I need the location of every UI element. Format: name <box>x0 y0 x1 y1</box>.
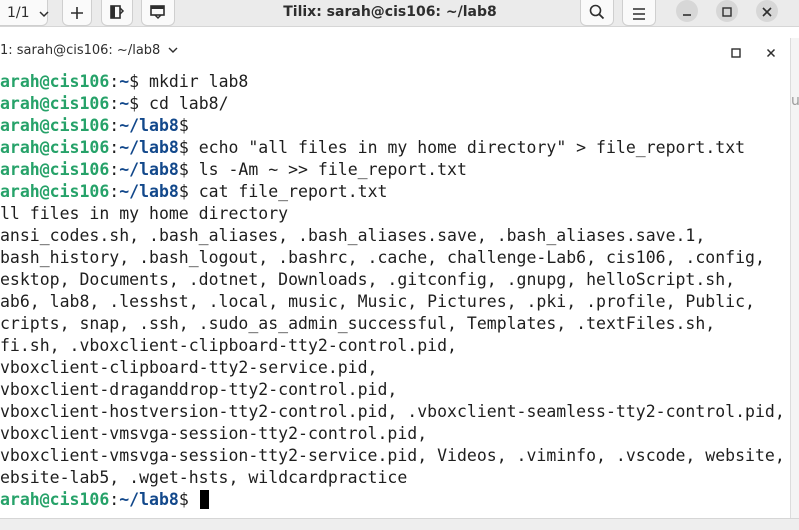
prompt-dollar: $ <box>178 182 189 201</box>
split-right-icon <box>109 4 125 20</box>
command-text: ls -Am ~ >> file_report.txt <box>188 160 467 179</box>
prompt-user: arah@cis106 <box>0 490 110 509</box>
terminal-maximize-button[interactable] <box>728 44 744 60</box>
prompt-user: arah@cis106 <box>0 72 110 91</box>
prompt-colon: : <box>109 138 120 157</box>
background-window-peek: u <box>791 93 799 109</box>
search-icon <box>589 4 605 20</box>
terminal-title: 1: sarah@cis106: ~/lab8 <box>0 43 161 58</box>
prompt-colon: : <box>109 72 120 91</box>
search-button[interactable] <box>580 0 614 26</box>
output-line: ll files in my home directory <box>0 204 289 223</box>
prompt-line: arah@cis106:~$ cd lab8/ <box>0 93 229 115</box>
prompt-user: arah@cis106 <box>0 138 110 157</box>
command-text: mkdir lab8 <box>139 72 249 91</box>
prompt-colon: : <box>109 94 120 113</box>
prompt-colon: : <box>109 490 120 509</box>
minimize-icon <box>682 2 692 21</box>
prompt-dollar: $ <box>178 160 189 179</box>
session-label: 1/1 <box>7 5 30 21</box>
output-line: cripts, snap, .ssh, .sudo_as_admin_succe… <box>0 314 716 333</box>
output-line: ab6, lab8, .lesshst, .local, music, Musi… <box>0 292 755 311</box>
tilix-window: 1/1 Tilix: sarah@cis106: ~/lab8 1: sarah… <box>0 0 799 530</box>
prompt-dollar: $ <box>129 72 140 91</box>
prompt-dollar: $ <box>129 94 140 113</box>
window-title: Tilix: sarah@cis106: ~/lab8 <box>283 4 497 20</box>
prompt-user: arah@cis106 <box>0 182 110 201</box>
prompt-line: arah@cis106:~/lab8$ ls -Am ~ >> file_rep… <box>0 159 467 181</box>
prompt-user: arah@cis106 <box>0 160 110 179</box>
prompt-dollar: $ <box>178 116 189 135</box>
prompt-user: arah@cis106 <box>0 94 110 113</box>
close-icon <box>762 2 772 21</box>
minimize-button[interactable] <box>676 0 698 22</box>
terminal-titlebar: 1: sarah@cis106: ~/lab8 <box>0 38 790 65</box>
command-text <box>189 490 199 509</box>
add-terminal-button[interactable] <box>62 0 92 26</box>
chevron-down-icon <box>168 43 178 58</box>
output-line: esktop, Documents, .dotnet, Downloads, .… <box>0 270 736 289</box>
prompt-colon: : <box>109 182 120 201</box>
text-cursor <box>199 490 209 509</box>
prompt-path: ~ <box>119 72 130 91</box>
output-line: vboxclient-clipboard-tty2-service.pid, <box>0 358 378 377</box>
prompt-colon: : <box>109 116 120 135</box>
output-line: vboxclient-hostversion-tty2-control.pid,… <box>0 402 785 421</box>
output-line: vboxclient-draganddrop-tty2-control.pid, <box>0 380 398 399</box>
prompt-dollar: $ <box>178 138 189 157</box>
prompt-colon: : <box>109 160 120 179</box>
command-text: echo "all files in my home directory" > … <box>188 138 746 157</box>
command-text: cat file_report.txt <box>188 182 388 201</box>
output-line: bash_history, .bash_logout, .bashrc, .ca… <box>0 248 765 267</box>
menu-button[interactable] <box>622 0 656 26</box>
maximize-button[interactable] <box>716 0 738 22</box>
output-line: vboxclient-vmsvga-session-tty2-control.p… <box>0 424 428 443</box>
terminal-output[interactable]: arah@cis106:~$ mkdir lab8 arah@cis106:~$… <box>0 71 790 518</box>
prompt-path: ~/lab8 <box>119 138 179 157</box>
scrollbar[interactable] <box>790 38 799 518</box>
output-line: fi.sh, .vboxclient-clipboard-tty2-contro… <box>0 336 457 355</box>
prompt-path: ~/lab8 <box>119 490 179 509</box>
bottom-border <box>0 518 799 530</box>
prompt-path: ~/lab8 <box>119 182 179 201</box>
output-line: ebsite-lab5, .wget-hsts, wildcardpractic… <box>0 468 408 487</box>
split-down-button[interactable] <box>141 0 175 26</box>
prompt-path: ~ <box>119 94 130 113</box>
active-prompt-line[interactable]: arah@cis106:~/lab8$ <box>0 489 209 511</box>
command-text: cd lab8/ <box>139 94 229 113</box>
prompt-line: arah@cis106:~/lab8$ <box>0 115 189 137</box>
maximize-icon <box>731 43 741 62</box>
prompt-path: ~/lab8 <box>119 160 179 179</box>
prompt-user: arah@cis106 <box>0 116 110 135</box>
prompt-path: ~/lab8 <box>119 116 179 135</box>
session-switcher-button[interactable]: 1/1 <box>0 0 49 26</box>
chevron-down-icon <box>39 11 49 18</box>
output-line: ansi_codes.sh, .bash_aliases, .bash_alia… <box>0 226 706 245</box>
output-line: vboxclient-vmsvga-session-tty2-service.p… <box>0 446 785 465</box>
split-down-icon <box>149 4 167 20</box>
terminal-close-button[interactable] <box>763 44 779 60</box>
close-icon <box>766 43 776 62</box>
prompt-line: arah@cis106:~/lab8$ cat file_report.txt <box>0 181 387 203</box>
prompt-line: arah@cis106:~/lab8$ echo "all files in m… <box>0 137 745 159</box>
header-bar: 1/1 Tilix: sarah@cis106: ~/lab8 <box>0 0 799 27</box>
split-right-button[interactable] <box>101 0 133 26</box>
prompt-line: arah@cis106:~$ mkdir lab8 <box>0 71 248 93</box>
prompt-dollar: $ <box>178 490 189 509</box>
plus-icon <box>70 6 84 20</box>
terminal-title-dropdown[interactable]: 1: sarah@cis106: ~/lab8 <box>0 43 178 58</box>
close-button[interactable] <box>756 0 778 22</box>
maximize-icon <box>722 2 732 21</box>
hamburger-menu-icon <box>632 8 646 20</box>
